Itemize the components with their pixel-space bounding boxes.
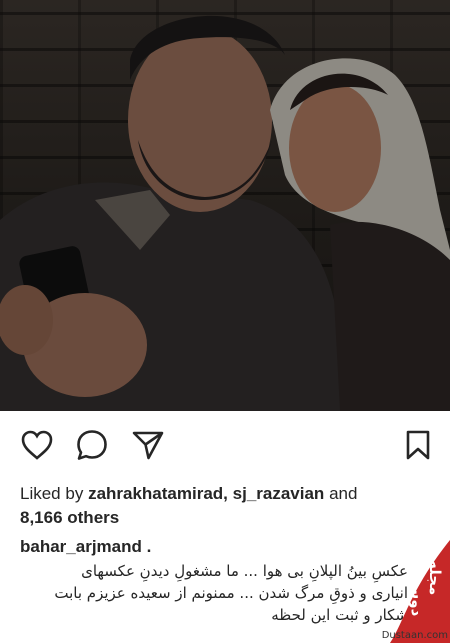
save-button[interactable] bbox=[398, 425, 438, 465]
post-photo[interactable] bbox=[0, 0, 450, 411]
likes-others-link[interactable]: 8,166 others bbox=[20, 508, 119, 527]
photo-illustration bbox=[0, 15, 450, 411]
comment-button[interactable] bbox=[72, 425, 112, 465]
heart-outline-icon bbox=[21, 430, 53, 460]
caption-line-1: عکسِ بینُ الپلانِ بی هوا ... ما مشغولِ د… bbox=[81, 562, 408, 580]
post-actions-bar bbox=[0, 425, 450, 465]
likes-summary: Liked by zahrakhatamirad, sj_razavian an… bbox=[20, 482, 430, 530]
paper-plane-icon bbox=[132, 431, 164, 460]
likes-prefix: Liked by bbox=[20, 484, 84, 503]
caption-username[interactable]: bahar_arjmand . bbox=[20, 537, 151, 557]
bookmark-icon bbox=[406, 430, 430, 460]
like-button[interactable] bbox=[17, 425, 57, 465]
site-watermark: مجله دوستان Dustaan.com bbox=[380, 540, 450, 643]
watermark-logo-text: مجله دوستان bbox=[408, 560, 444, 617]
liker-link-1[interactable]: zahrakhatamirad, bbox=[88, 484, 228, 503]
post-caption: عکسِ بینُ الپلانِ بی هوا ... ما مشغولِ د… bbox=[8, 560, 408, 626]
liker-link-2[interactable]: sj_razavian bbox=[233, 484, 325, 503]
comment-bubble-icon bbox=[77, 430, 107, 460]
caption-line-3: شکار و ثبت این لحظه bbox=[271, 606, 408, 624]
watermark-site-text: Dustaan.com bbox=[381, 630, 448, 641]
caption-line-2: انیاری و ذوقِ مرگ شدن ... ممنونم از سعید… bbox=[54, 584, 408, 602]
share-button[interactable] bbox=[128, 425, 168, 465]
likes-conjunction: and bbox=[329, 484, 358, 503]
